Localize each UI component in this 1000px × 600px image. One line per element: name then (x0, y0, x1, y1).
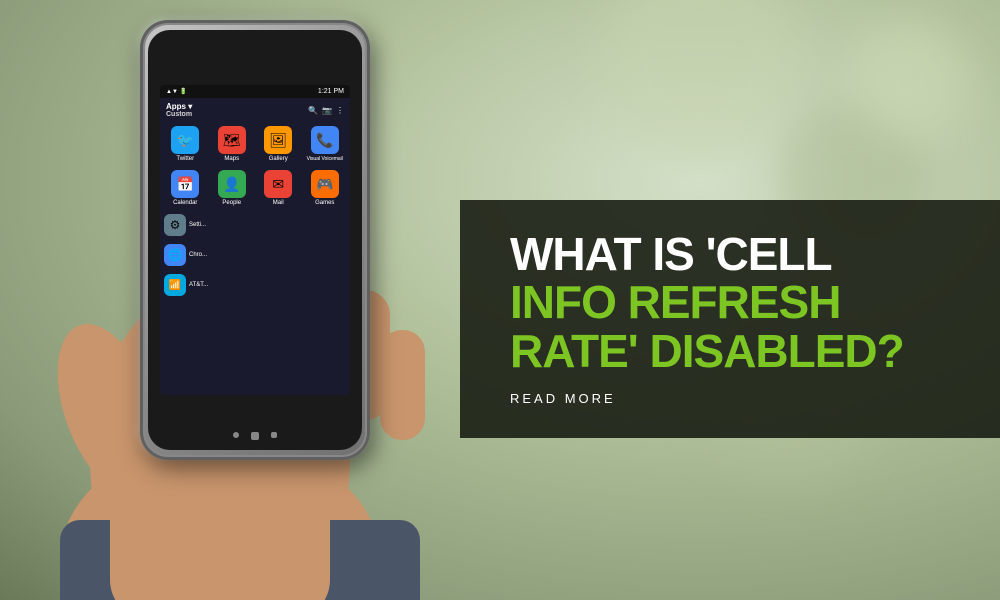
calendar-icon: 📅 (171, 170, 199, 198)
app-header: Apps ▾ Custom 🔍 📷 ⋮ (160, 98, 350, 122)
apps-subtitle: Custom (166, 111, 192, 118)
voicemail-label: Visual Voicemail (307, 156, 343, 162)
people-label: People (222, 200, 241, 206)
headline-part1: WHAT IS 'CELL (510, 228, 832, 280)
phone-body: ▲▼ 🔋 1:21 PM Apps ▾ Custom 🔍 📷 ⋮ (140, 20, 370, 460)
page-container: ▲▼ 🔋 1:21 PM Apps ▾ Custom 🔍 📷 ⋮ (0, 0, 1000, 600)
read-more-button[interactable]: READ MORE (510, 375, 960, 408)
app-games[interactable]: 🎮 Games (304, 170, 347, 206)
calendar-label: Calendar (173, 200, 197, 206)
app-calendar[interactable]: 📅 Calendar (164, 170, 207, 206)
chrome-label: Chro... (189, 252, 207, 258)
chrome-row: 🌐 Chro... (160, 240, 350, 270)
article-panel: WHAT IS 'CELL INFO REFRESH RATE' DISABLE… (460, 200, 1000, 438)
menu-icon[interactable]: ⋮ (336, 106, 344, 115)
app-twitter[interactable]: 🐦 Twitter (164, 126, 207, 162)
app-grid-row1: 🐦 Twitter 🗺 Maps 🖼 Gallery 📞 Visual Voic… (160, 122, 350, 166)
twitter-label: Twitter (176, 156, 194, 162)
recents-button[interactable] (271, 432, 277, 438)
twitter-icon: 🐦 (171, 126, 199, 154)
phone-screen: ▲▼ 🔋 1:21 PM Apps ▾ Custom 🔍 📷 ⋮ (160, 85, 350, 395)
att-row: 📶 AT&T... (160, 270, 350, 300)
games-label: Games (315, 200, 334, 206)
side-apps-row: ⚙ Setti... (160, 210, 350, 240)
app-settings[interactable]: ⚙ Setti... (164, 214, 206, 236)
maps-label: Maps (224, 156, 239, 162)
apps-label: Apps ▾ Custom (166, 102, 192, 118)
status-bar: ▲▼ 🔋 1:21 PM (160, 85, 350, 98)
apps-title: Apps ▾ (166, 102, 192, 111)
games-icon: 🎮 (311, 170, 339, 198)
phone-bezel: ▲▼ 🔋 1:21 PM Apps ▾ Custom 🔍 📷 ⋮ (148, 30, 362, 450)
mail-label: Mail (273, 200, 284, 206)
read-more-label[interactable]: READ MORE (510, 391, 616, 406)
headline: WHAT IS 'CELL INFO REFRESH RATE' DISABLE… (510, 230, 960, 375)
voicemail-icon: 📞 (311, 126, 339, 154)
battery-icon: 🔋 (180, 88, 187, 95)
att-label: AT&T... (189, 282, 208, 288)
camera-icon[interactable]: 📷 (322, 106, 332, 115)
home-button[interactable] (251, 432, 259, 440)
att-icon: 📶 (164, 274, 186, 296)
headline-part2: INFO REFRESH (510, 276, 840, 328)
app-chrome[interactable]: 🌐 Chro... (164, 244, 207, 266)
gallery-icon: 🖼 (264, 126, 292, 154)
bokeh-1 (600, 0, 800, 160)
signal-icon: ▲▼ (166, 89, 178, 95)
app-people[interactable]: 👤 People (211, 170, 254, 206)
signal-icons: ▲▼ 🔋 (166, 88, 187, 95)
search-icon[interactable]: 🔍 (308, 106, 318, 115)
people-icon: 👤 (218, 170, 246, 198)
app-gallery[interactable]: 🖼 Gallery (257, 126, 300, 162)
headline-part3: RATE' DISABLED? (510, 325, 904, 377)
mail-icon: ✉ (264, 170, 292, 198)
gallery-label: Gallery (269, 156, 288, 162)
app-att[interactable]: 📶 AT&T... (164, 274, 208, 296)
bokeh-4 (850, 20, 970, 140)
chrome-icon: 🌐 (164, 244, 186, 266)
header-icons: 🔍 📷 ⋮ (308, 106, 344, 115)
settings-icon: ⚙ (164, 214, 186, 236)
maps-icon: 🗺 (218, 126, 246, 154)
app-voicemail[interactable]: 📞 Visual Voicemail (304, 126, 347, 162)
settings-label: Setti... (189, 222, 206, 228)
app-grid-row2: 📅 Calendar 👤 People ✉ Mail 🎮 Games (160, 166, 350, 210)
phone-nav (233, 432, 277, 440)
app-maps[interactable]: 🗺 Maps (211, 126, 254, 162)
app-mail[interactable]: ✉ Mail (257, 170, 300, 206)
back-button[interactable] (233, 432, 239, 438)
time-display: 1:21 PM (318, 88, 344, 95)
